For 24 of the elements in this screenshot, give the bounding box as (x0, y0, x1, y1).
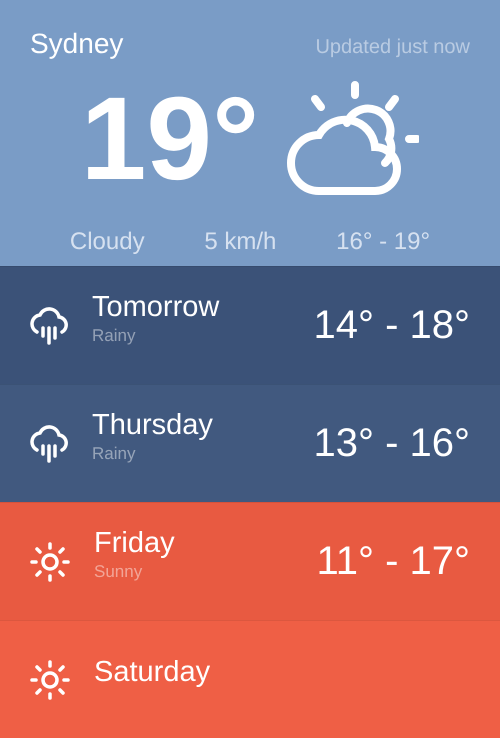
forecast-day: Tomorrow (92, 291, 314, 324)
sun-icon (30, 660, 70, 700)
forecast-condition: Sunny (94, 562, 144, 582)
forecast-range: 13° - 16° (313, 421, 470, 466)
forecast-day: Saturday (94, 656, 470, 689)
forecast-condition: Rainy (92, 444, 136, 464)
update-status: Updated just now (315, 36, 470, 59)
condition-label: Cloudy (70, 228, 145, 256)
wind-speed: 5 km/h (204, 228, 276, 256)
forecast-row[interactable]: Thursday Rainy 13° - 16° (0, 384, 500, 502)
forecast-row[interactable]: Friday Sunny 11° - 17° (0, 502, 500, 620)
forecast-row[interactable]: Tomorrow Rainy 14° - 18° (0, 266, 500, 384)
partly-cloudy-icon (285, 81, 420, 197)
forecast-day: Friday (94, 527, 316, 560)
rain-icon (30, 306, 68, 344)
forecast-condition: Rainy (92, 326, 136, 346)
city-name: Sydney (30, 28, 124, 60)
rain-icon (30, 424, 68, 462)
forecast-range: 14° - 18° (313, 303, 470, 348)
sun-icon (30, 542, 70, 582)
temperature-range: 16° - 19° (336, 228, 430, 256)
current-temperature: 19° (80, 80, 260, 198)
forecast-range: 11° - 17° (316, 539, 470, 584)
forecast-day: Thursday (92, 409, 314, 442)
